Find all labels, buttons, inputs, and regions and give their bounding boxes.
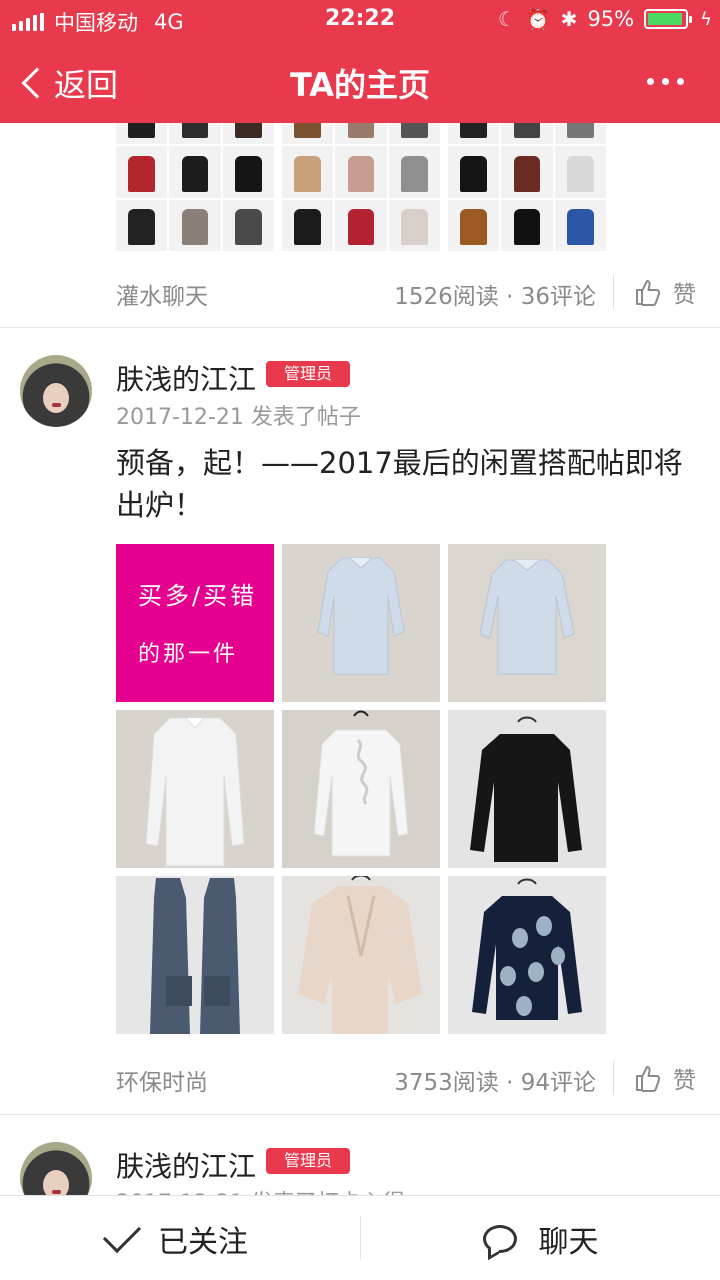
comment-count: 36评论 [520,284,596,310]
follow-button[interactable]: 已关注 [0,1196,360,1280]
battery-level [648,13,683,25]
divider [613,275,614,309]
cover-text-line2: 的那一件 [138,642,239,667]
chat-label: 聊天 [538,1224,599,1260]
admin-badge: 管理员 [266,1148,351,1174]
post-image[interactable] [116,710,274,868]
read-count: 3753阅读 [394,1070,499,1096]
more-button[interactable] [647,78,684,85]
alarm-icon: ⏰ [525,7,551,31]
cover-text-line1: 买多/买错 [138,582,258,610]
post-image[interactable] [116,123,274,251]
top-bar: 中国移动 4G 22:22 ☾ ⏰ ✱ 95% ϟ 返回 TA的主页 [0,0,720,123]
author-name[interactable]: 肤浅的江江 [116,1145,256,1185]
post-tag[interactable]: 环保时尚 [116,1063,208,1097]
bluetooth-icon: ✱ [560,7,578,31]
post-image[interactable] [282,544,440,702]
avatar[interactable] [20,355,92,427]
thumbs-up-icon [636,1066,661,1092]
stats-separator: · [506,284,514,310]
post-1-meta: 灌水聊天 1526阅读 · 36评论 赞 [0,261,720,325]
post-image[interactable] [448,710,606,868]
post-image[interactable] [282,876,440,1034]
post-image[interactable] [448,876,606,1034]
post-title[interactable]: 预备，起！——2017最后的闲置搭配帖即将出炉！ [116,442,696,526]
admin-badge: 管理员 [266,361,351,387]
post-feed[interactable]: 灌水聊天 1526阅读 · 36评论 赞 肤浅的江江 管理员 2017-12-2… [0,123,720,1195]
status-bar: 中国移动 4G 22:22 ☾ ⏰ ✱ 95% ϟ [0,0,720,40]
post-date: 2017-12-21 发表了帖子 [116,405,361,430]
thumbs-up-icon [636,280,661,306]
post-stats: 1526阅读 · 36评论 [394,277,596,311]
bottom-action-bar: 已关注 聊天 [0,1195,720,1280]
follow-label: 已关注 [158,1224,248,1260]
post-image-text-cover[interactable]: 买多/买错 的那一件 [116,544,274,702]
moon-icon: ☾ [497,7,516,31]
ellipsis-dot [662,78,669,85]
like-label: 赞 [673,282,696,308]
checkmark-icon [102,1214,142,1253]
ellipsis-icon [647,78,654,85]
charging-icon: ϟ [700,8,712,30]
post-image[interactable] [282,123,440,251]
nav-bar: 返回 TA的主页 [0,40,720,123]
battery-icon [644,9,693,29]
page-title: TA的主页 [289,66,431,104]
status-right: ☾ ⏰ ✱ 95% ϟ [498,7,712,31]
battery-percent: 95% [587,7,635,31]
like-label: 赞 [673,1068,696,1094]
post-stats: 3753阅读 · 94评论 [394,1063,596,1097]
author-name[interactable]: 肤浅的江江 [116,358,256,398]
post-separator [0,1114,720,1115]
like-button[interactable]: 赞 [635,1061,696,1095]
like-button[interactable]: 赞 [635,275,696,309]
post-image[interactable] [282,710,440,868]
read-count: 1526阅读 [394,284,499,310]
post-tag[interactable]: 灌水聊天 [116,277,208,311]
avatar[interactable] [20,1142,92,1195]
post-image[interactable] [448,123,606,251]
stats-separator: · [506,1070,514,1096]
post-image[interactable] [448,544,606,702]
post-separator [0,327,720,328]
post-2-meta: 环保时尚 3753阅读 · 94评论 赞 [0,1047,720,1111]
chat-button[interactable]: 聊天 [361,1196,720,1280]
post-2-image-grid: 买多/买错 的那一件 [116,544,606,1034]
ellipsis-dot [677,78,684,85]
comment-count: 94评论 [520,1070,596,1096]
post-date: 2017-12-21 发表了打卡心得 [116,1185,405,1195]
divider [613,1061,614,1095]
chat-bubble-icon [482,1224,517,1253]
post-1-image-grid [116,123,606,251]
post-image[interactable] [116,876,274,1034]
